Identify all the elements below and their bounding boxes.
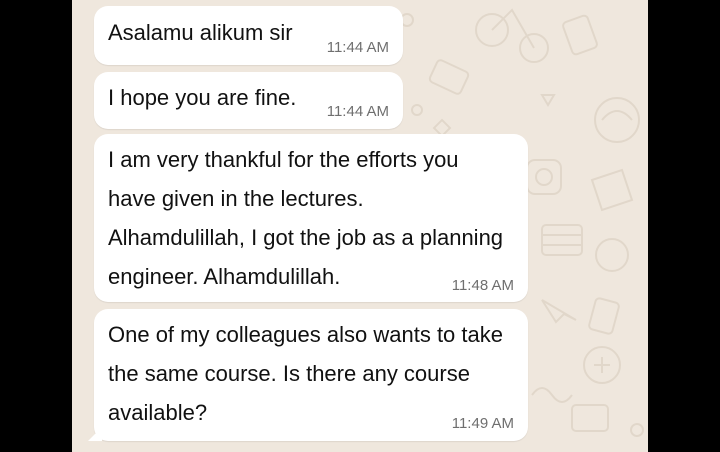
message-text: One of my colleagues also wants to take … <box>108 322 503 425</box>
message-text: I am very thankful for the efforts you h… <box>108 147 504 289</box>
message-bubble[interactable]: I am very thankful for the efforts you h… <box>94 134 528 302</box>
message-bubble[interactable]: I hope you are fine. 11:44 AM <box>94 72 403 129</box>
message-timestamp: 11:44 AM <box>326 39 389 56</box>
message-timestamp: 11:44 AM <box>326 103 389 120</box>
message-timestamp: 11:49 AM <box>451 415 514 432</box>
message-bubble[interactable]: One of my colleagues also wants to take … <box>88 309 528 441</box>
chat-area: Asalamu alikum sir 11:44 AM I hope you a… <box>72 0 648 452</box>
message-timestamp: 11:48 AM <box>451 277 514 294</box>
message-bubble[interactable]: Asalamu alikum sir 11:44 AM <box>94 6 403 65</box>
